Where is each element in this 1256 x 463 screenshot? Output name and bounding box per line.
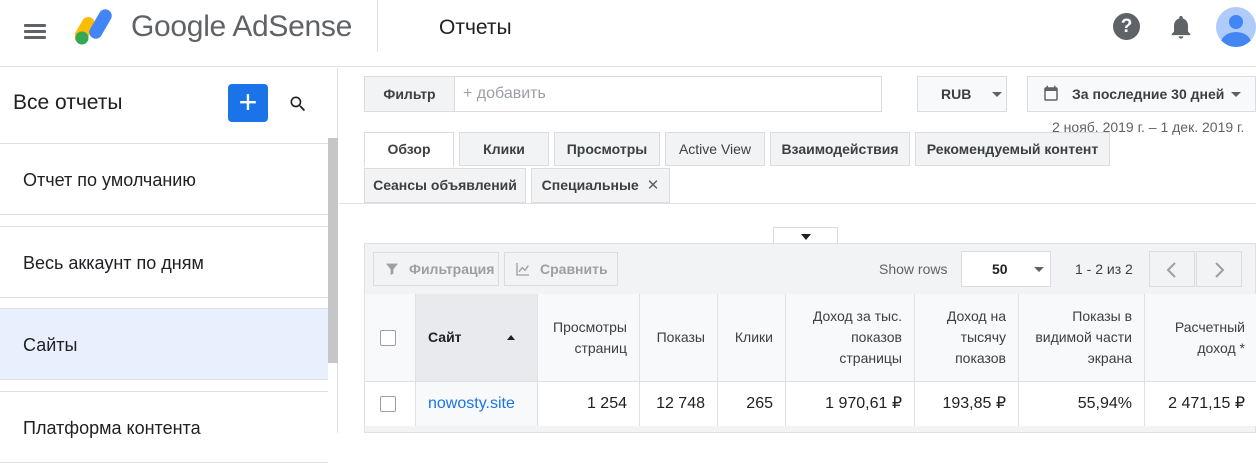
column-header-label: Доход за тыс. показов страницы: [812, 308, 902, 366]
page-views-value: 1 254: [537, 382, 639, 426]
row-select-cell: [365, 382, 415, 426]
select-all-cell: [365, 294, 415, 381]
column-header-label: Доход на тысячу показов: [946, 308, 1006, 366]
site-link[interactable]: nowosty.site: [415, 382, 537, 426]
sidebar-item-content-platform[interactable]: Платформа контента: [0, 391, 328, 463]
show-rows-label: Show rows: [879, 261, 948, 277]
help-icon[interactable]: ?: [1113, 13, 1140, 40]
filter-table-label: Фильтрация: [409, 261, 495, 277]
tab-custom[interactable]: Специальные ✕: [531, 168, 670, 203]
viewability-value: 55,94%: [1018, 382, 1144, 426]
calendar-icon: [1044, 85, 1058, 101]
clicks-value: 265: [717, 382, 785, 426]
sidebar-item-account-by-day[interactable]: Весь аккаунт по дням: [0, 226, 328, 298]
rows-per-page-value: 50: [992, 261, 1008, 277]
close-icon[interactable]: ✕: [647, 170, 660, 202]
line-chart-icon: [516, 263, 529, 276]
tab-label: Взаимодействия: [781, 141, 899, 157]
top-app-bar: Google AdSense Отчеты ?: [0, 0, 1256, 67]
column-header-viewability[interactable]: Показы в видимой части экрана: [1018, 294, 1144, 381]
previous-page-button[interactable]: [1149, 251, 1195, 287]
triangle-down-icon: [801, 234, 811, 240]
chevron-down-icon: [992, 92, 1002, 97]
date-range-select[interactable]: За последние 30 дней: [1027, 76, 1256, 112]
estimated-earnings-value: 2 471,15 ₽: [1144, 382, 1256, 426]
notifications-bell-icon[interactable]: [1167, 13, 1195, 41]
sidebar-item-label: Сайты: [23, 335, 78, 355]
avatar[interactable]: [1216, 7, 1256, 47]
sidebar-item-default-report[interactable]: Отчет по умолчанию: [0, 143, 328, 215]
column-header-label: Показы в видимой части экрана: [1035, 308, 1132, 366]
column-header-page-rpm[interactable]: Доход за тыс. показов страницы: [785, 294, 914, 381]
filter-input[interactable]: [457, 77, 877, 111]
sidebar-item-sites[interactable]: Сайты: [0, 308, 328, 380]
filter-funnel-icon: [386, 263, 398, 275]
column-header-impressions[interactable]: Показы: [639, 294, 717, 381]
sort-ascending-icon: [507, 335, 515, 340]
tabs-divider: [339, 203, 1256, 204]
header-divider: [377, 0, 378, 52]
page-rpm-value: 1 970,61 ₽: [785, 382, 914, 426]
chevron-down-icon: [1231, 92, 1241, 97]
column-header-label: Расчетный доход *: [1174, 318, 1245, 356]
rows-per-page-select[interactable]: 50: [961, 251, 1051, 287]
tab-interactions[interactable]: Взаимодействия: [770, 132, 910, 166]
chevron-left-icon: [1166, 262, 1176, 278]
tab-label: Обзор: [387, 141, 431, 157]
tab-label: Специальные: [541, 177, 639, 193]
tab-label: Просмотры: [566, 141, 648, 157]
column-header-label: Показы: [656, 329, 705, 345]
sidebar: Все отчеты + Отчет по умолчанию Весь акк…: [0, 68, 338, 463]
currency-select[interactable]: RUB: [917, 76, 1007, 112]
impression-rpm-value: 193,85 ₽: [914, 382, 1018, 426]
table-row[interactable]: nowosty.site 1 254 12 748 265 1 970,61 ₽…: [365, 381, 1256, 426]
filter-table-button[interactable]: Фильтрация: [373, 252, 499, 286]
column-header-label: Сайт: [428, 329, 462, 345]
filter-label: Фильтр: [365, 77, 455, 111]
sidebar-item-label: Весь аккаунт по дням: [23, 253, 204, 273]
plus-icon: +: [238, 84, 258, 120]
tab-active-view[interactable]: Active View: [665, 132, 765, 166]
sidebar-scrollbar[interactable]: [328, 138, 338, 363]
sidebar-item-label: Платформа контента: [23, 418, 201, 438]
add-report-button[interactable]: +: [228, 84, 268, 122]
tab-label: Сеансы объявлений: [373, 177, 517, 193]
column-header-page-views[interactable]: Просмотры страниц: [537, 294, 639, 381]
tab-clicks[interactable]: Клики: [459, 132, 549, 166]
column-header-label: Клики: [734, 329, 773, 345]
select-all-checkbox[interactable]: [380, 330, 396, 346]
chevron-down-icon: [1034, 267, 1044, 272]
tab-recommended-content[interactable]: Рекомендуемый контент: [915, 132, 1110, 166]
sidebar-item-label: Отчет по умолчанию: [23, 170, 196, 190]
search-icon[interactable]: [288, 94, 308, 114]
hamburger-menu-icon[interactable]: [22, 17, 50, 45]
brand-name: Google AdSense: [131, 10, 352, 43]
tab-views[interactable]: Просмотры: [554, 132, 660, 166]
column-header-clicks[interactable]: Клики: [717, 294, 785, 381]
chevron-right-icon: [1215, 262, 1225, 278]
currency-value: RUB: [941, 86, 972, 102]
pagination-range: 1 - 2 из 2: [1075, 261, 1133, 277]
report-table: Фильтрация Сравнить Show rows 50 1 - 2 и…: [364, 243, 1256, 433]
adsense-logo-icon: [75, 9, 112, 45]
page-title: Отчеты: [439, 16, 512, 39]
column-header-site[interactable]: Сайт: [415, 294, 537, 381]
tab-ad-sessions[interactable]: Сеансы объявлений: [364, 168, 526, 203]
date-range-label: За последние 30 дней: [1072, 86, 1225, 102]
tab-overview[interactable]: Обзор: [364, 132, 454, 167]
impressions-value: 12 748: [639, 382, 717, 426]
row-checkbox[interactable]: [380, 396, 396, 412]
column-header-estimated-earnings[interactable]: Расчетный доход *: [1144, 294, 1256, 381]
tab-label: Active View: [678, 141, 752, 157]
compare-button[interactable]: Сравнить: [504, 252, 618, 286]
tab-label: Клики: [483, 141, 525, 157]
tab-label: Рекомендуемый контент: [926, 141, 1099, 157]
column-header-impression-rpm[interactable]: Доход на тысячу показов: [914, 294, 1018, 381]
compare-label: Сравнить: [540, 261, 608, 277]
sidebar-title: Все отчеты: [13, 91, 123, 114]
column-header-label: Просмотры страниц: [553, 318, 627, 356]
next-page-button[interactable]: [1196, 251, 1242, 287]
collapse-chart-toggle[interactable]: [773, 227, 838, 244]
filter-bar: Фильтр: [364, 76, 882, 112]
